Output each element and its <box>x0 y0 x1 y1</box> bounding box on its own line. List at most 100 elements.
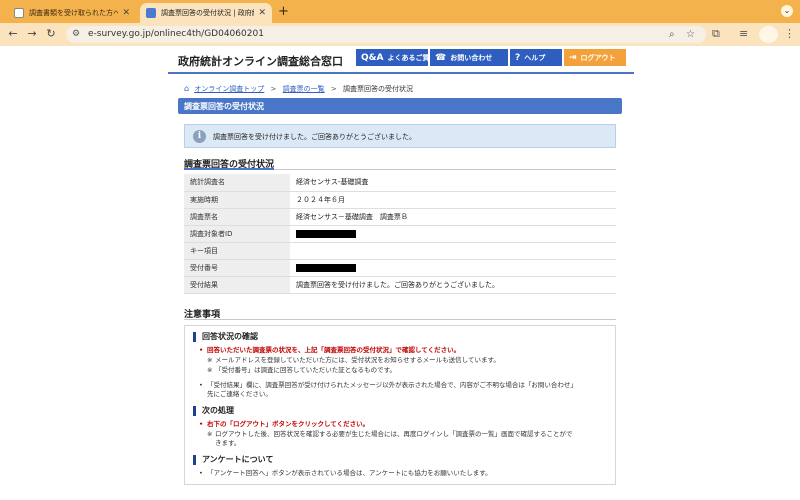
breadcrumb-home-link[interactable]: オンライン調査トップ <box>194 85 264 93</box>
table-row: キー項目 <box>184 242 616 260</box>
note-text: 「受付結果」欄に、調査票回答が受け付けられたメッセージ以外が表示された場合で、内… <box>207 381 577 389</box>
note-text: 先にご連絡ください。 <box>207 390 272 398</box>
faq-button[interactable]: Q&A よくあるご質問 <box>356 49 436 66</box>
menu-kebab-icon[interactable]: ⋮ <box>784 27 795 40</box>
note-mark-icon: ※ <box>207 430 213 438</box>
profile-avatar[interactable] <box>759 26 778 43</box>
info-message: 調査票回答を受け付けました。ご回答ありがとうございました。 <box>213 133 416 141</box>
breadcrumb-separator: > <box>330 85 337 93</box>
note-line: ※ メールアドレスを登録していただいた方には、受付状況をお知らせするメールも送信し… <box>207 356 500 365</box>
tab-title: 調査票回答の受付状況 | 政府統計 <box>161 9 254 17</box>
extensions-icon[interactable]: ⧉ <box>712 27 720 41</box>
reload-icon[interactable]: ↻ <box>44 27 58 40</box>
row-value: 経済センサス-基礎調査 <box>290 174 616 192</box>
site-title[interactable]: 政府統計オンライン調査総合窓口 <box>178 53 343 69</box>
bullet-icon: • <box>199 420 204 428</box>
tab-favicon-icon <box>146 8 156 18</box>
contact-button[interactable]: ☎ お問い合わせ <box>430 49 508 66</box>
note-text: メールアドレスを登録していただいた方には、受付状況をお知らせするメールも送信して… <box>215 356 500 364</box>
note-mark-icon: ※ <box>207 356 213 364</box>
table-row: 実施時期 ２０２４年６月 <box>184 191 616 209</box>
logout-button[interactable]: ⇥ ログアウト <box>564 49 626 66</box>
redaction-bar <box>296 229 356 238</box>
row-value: 経済センサス－基礎調査 調査票Ｂ <box>290 208 616 226</box>
note-mark-icon: ※ <box>207 366 213 374</box>
table-row: 調査票名 経済センサス－基礎調査 調査票Ｂ <box>184 208 616 226</box>
table-row: 受付番号 <box>184 259 616 277</box>
tab-title: 調査書類を受け取られた方へ | 統 <box>29 9 119 17</box>
row-value: 調査票回答を受け付けました。ご回答ありがとうございました。 <box>290 276 616 294</box>
note-line: • 回答いただいた調査票の状況を、上記「調査票回答の受付状況」で確認してください。 <box>199 346 460 355</box>
row-value: ２０２４年６月 <box>290 191 616 209</box>
bookmark-star-icon[interactable]: ☆ <box>686 29 695 40</box>
page-title-bar: 調査票回答の受付状況 <box>178 98 622 114</box>
bullet-icon: • <box>199 469 203 477</box>
qa-icon: Q&A <box>361 52 384 63</box>
notes-heading: 回答状況の確認 <box>193 332 258 342</box>
browser-tab[interactable]: 調査書類を受け取られた方へ | 統 ✕ <box>8 3 136 23</box>
page-title: 調査票回答の受付状況 <box>184 102 264 111</box>
note-line: ※ 「受付番号」は調査に回答していただいた証となるものです。 <box>207 366 396 375</box>
help-button[interactable]: ? ヘルプ <box>510 49 562 66</box>
tab-search-chevron-icon[interactable]: ⌄ <box>781 5 793 17</box>
note-line: ※ ログアウトした後、回答状況を確認する必要が生じた場合には、再度ログインし「調査… <box>207 430 573 439</box>
note-text: 「アンケート回答へ」ボタンが表示されている場合は、アンケートにも協力をお願いいた… <box>207 469 492 477</box>
logout-icon: ⇥ <box>569 52 577 63</box>
note-line: きます。 <box>207 439 240 448</box>
question-icon: ? <box>515 52 521 63</box>
note-line: • 「アンケート回答へ」ボタンが表示されている場合は、アンケートにも協力をお願いい… <box>199 469 492 478</box>
address-bar[interactable]: ⚙ e-survey.go.jp/onlinec4th/GD04060201 ⌕… <box>66 26 706 43</box>
table-row: 受付結果 調査票回答を受け付けました。ご回答ありがとうございました。 <box>184 276 616 294</box>
breadcrumb-current: 調査票回答の受付状況 <box>343 85 413 93</box>
row-label: 受付番号 <box>184 259 290 277</box>
notes-divider <box>184 319 616 320</box>
bullet-icon: • <box>199 381 203 389</box>
site-info-icon[interactable]: ⚙ <box>72 29 80 39</box>
tab-close-icon[interactable]: ✕ <box>258 8 266 18</box>
table-row: 統計調査名 経済センサス-基礎調査 <box>184 174 616 192</box>
info-icon: i <box>193 130 206 143</box>
note-line: • 右下の「ログアウト」ボタンをクリックしてください。 <box>199 420 369 429</box>
bullet-icon: • <box>199 346 204 354</box>
notes-box: 回答状況の確認 • 回答いただいた調査票の状況を、上記「調査票回答の受付状況」で確… <box>184 325 616 485</box>
row-label: 受付結果 <box>184 276 290 294</box>
phone-icon: ☎ <box>435 52 447 63</box>
logout-button-label: ログアウト <box>580 53 616 62</box>
row-label: 調査票名 <box>184 208 290 226</box>
notes-heading: 次の処理 <box>193 406 234 416</box>
zoom-icon[interactable]: ⌕ <box>669 29 675 40</box>
section-underline <box>184 168 274 170</box>
note-text: きます。 <box>215 439 241 447</box>
browser-tabstrip: 調査書類を受け取られた方へ | 統 ✕ 調査票回答の受付状況 | 政府統計 ✕ … <box>0 0 800 23</box>
media-queue-icon[interactable]: ≡ <box>739 27 748 40</box>
row-label: 統計調査名 <box>184 174 290 192</box>
breadcrumb-separator: > <box>270 85 277 93</box>
new-tab-button[interactable]: + <box>278 4 289 19</box>
tab-favicon-icon <box>14 8 24 18</box>
help-button-label: ヘルプ <box>524 53 546 62</box>
browser-toolbar: ← → ↻ ⚙ e-survey.go.jp/onlinec4th/GD0406… <box>0 23 800 46</box>
row-label: 実施時期 <box>184 191 290 209</box>
breadcrumb: ⌂ オンライン調査トップ > 調査票の一覧 > 調査票回答の受付状況 <box>184 84 413 94</box>
table-row: 調査対象者ID <box>184 225 616 243</box>
note-line: 先にご連絡ください。 <box>199 390 272 399</box>
forward-arrow-icon[interactable]: → <box>25 27 39 40</box>
site-header: 政府統計オンライン調査総合窓口 Q&A よくあるご質問 ☎ お問い合わせ ? ヘ… <box>168 46 634 74</box>
back-arrow-icon[interactable]: ← <box>6 27 20 40</box>
row-label: キー項目 <box>184 242 290 260</box>
result-table: 統計調査名 経済センサス-基礎調査 実施時期 ２０２４年６月 調査票名 経済セン… <box>184 174 616 294</box>
row-value <box>290 242 616 260</box>
note-text: 「受付番号」は調査に回答していただいた証となるものです。 <box>215 366 396 374</box>
breadcrumb-list-link[interactable]: 調査票の一覧 <box>283 85 325 93</box>
note-text: 右下の「ログアウト」ボタンをクリックしてください。 <box>207 420 370 428</box>
notes-heading: アンケートについて <box>193 455 273 465</box>
tab-close-icon[interactable]: ✕ <box>122 8 130 18</box>
browser-tab-active[interactable]: 調査票回答の受付状況 | 政府統計 ✕ <box>140 3 272 23</box>
row-value-redacted <box>290 259 616 277</box>
note-text: ログアウトした後、回答状況を確認する必要が生じた場合には、再度ログインし「調査票… <box>215 430 573 438</box>
row-value-redacted <box>290 225 616 243</box>
row-label: 調査対象者ID <box>184 225 290 243</box>
url-text[interactable]: e-survey.go.jp/onlinec4th/GD04060201 <box>88 29 264 39</box>
note-line: • 「受付結果」欄に、調査票回答が受け付けられたメッセージ以外が表示された場合で、… <box>199 381 577 390</box>
header-buttons: Q&A よくあるご質問 ☎ お問い合わせ ? ヘルプ ⇥ ログアウト <box>356 49 634 68</box>
